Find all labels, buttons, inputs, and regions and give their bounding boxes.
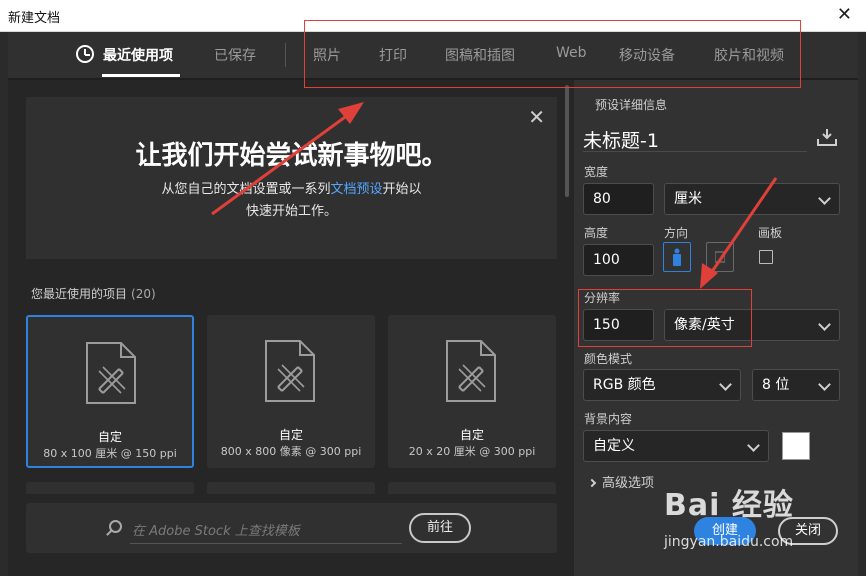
resolution-input[interactable]: 150 [583,309,654,341]
resolution-unit-select[interactable]: 像素/英寸 [664,309,840,341]
preset-details-title: 预设详细信息 [595,98,668,112]
height-label: 高度 [584,226,609,240]
document-presets-link[interactable]: 文档预设 [330,182,382,197]
window-title: 新建文档 [8,11,61,26]
tab-print[interactable]: 打印 [379,45,407,65]
tab-photo[interactable]: 照片 [313,45,341,65]
recent-items-count: (20) [131,287,156,301]
width-unit-value: 厘米 [674,191,702,207]
chevron-down-icon [747,439,760,452]
tab-recent[interactable]: 最近使用项 [103,45,173,65]
chevron-down-icon [719,378,732,391]
save-preset-icon[interactable] [817,128,837,146]
background-label: 背景内容 [584,412,633,426]
recent-item-card-partial[interactable] [207,482,375,494]
artboard-label: 画板 [758,226,783,240]
advanced-options-label: 高级选项 [602,476,655,491]
welcome-text: 开始以 [382,182,422,197]
height-input[interactable]: 100 [583,244,654,276]
clock-icon [76,45,94,63]
landscape-orientation-button[interactable] [706,242,734,272]
width-input[interactable]: 80 [583,183,654,215]
search-underline [130,543,402,544]
bit-depth-value: 8 位 [762,377,790,393]
go-button[interactable]: 前往 [409,513,471,543]
recent-item-card[interactable]: 自定 20 x 20 厘米 @ 300 ppi [388,315,556,468]
close-button[interactable]: 关闭 [778,517,838,545]
welcome-headline: 让我们开始尝试新事物吧。 [135,141,448,171]
tab-film-video[interactable]: 胶片和视频 [714,45,784,65]
scrollbar-thumb[interactable] [565,85,569,197]
stock-search-bar: 在 Adobe Stock 上查找模板 前往 [26,503,557,553]
tab-mobile[interactable]: 移动设备 [619,45,675,65]
welcome-description: 从您自己的文档设置或一系列文档预设开始以 快速开始工作。 [26,179,557,223]
document-pencil-icon [86,342,136,404]
tabs-divider [285,43,286,67]
recent-item-card-partial[interactable] [388,482,556,494]
portrait-icon [673,248,681,266]
welcome-banner: ✕ 让我们开始尝试新事物吧。 从您自己的文档设置或一系列文档预设开始以 快速开始… [26,97,557,259]
width-label: 宽度 [584,165,609,179]
stock-search-input[interactable]: 在 Adobe Stock 上查找模板 [132,520,300,539]
background-value: 自定义 [593,438,635,454]
recent-item-name: 自定 [459,428,484,442]
recent-items-title: 您最近使用的项目 (20) [31,285,156,302]
color-mode-select[interactable]: RGB 颜色 [583,369,741,401]
orientation-label: 方向 [664,226,689,240]
recent-item-card[interactable]: 自定 80 x 100 厘米 @ 150 ppi [26,315,194,468]
chevron-down-icon [818,378,831,391]
advanced-options-toggle[interactable]: 高级选项 [587,472,655,491]
banner-close-icon[interactable]: ✕ [528,105,545,129]
recent-items-label: 您最近使用的项目 [31,287,128,301]
search-icon [109,520,122,533]
welcome-text: 快速开始工作。 [245,204,337,219]
recent-scrollbar[interactable] [564,85,570,495]
tab-saved[interactable]: 已保存 [214,45,256,65]
resolution-label: 分辨率 [584,291,621,305]
recent-item-size: 80 x 100 厘米 @ 150 ppi [43,447,177,460]
chevron-down-icon [818,192,831,205]
window-close-icon[interactable]: ✕ [837,4,852,26]
chevron-down-icon [818,318,831,331]
width-unit-select[interactable]: 厘米 [664,183,840,215]
recent-item-card[interactable]: 自定 800 x 800 像素 @ 300 ppi [207,315,375,468]
welcome-text: 从您自己的文档设置或一系列 [161,182,331,197]
chevron-right-icon [587,478,597,488]
recent-item-size: 20 x 20 厘米 @ 300 ppi [408,445,536,458]
document-pencil-icon [446,340,496,402]
create-button[interactable]: 创建 [694,517,756,545]
recent-item-card-partial[interactable] [26,482,194,494]
background-select[interactable]: 自定义 [583,430,769,462]
document-pencil-icon [265,340,315,402]
recent-item-name: 自定 [278,428,303,442]
bit-depth-select[interactable]: 8 位 [752,369,840,401]
document-name-input[interactable]: 未标题-1 [583,126,807,152]
color-mode-label: 颜色模式 [584,352,633,366]
resolution-unit-value: 像素/英寸 [674,317,735,333]
artboard-checkbox[interactable] [759,250,773,264]
title-bar: 新建文档 ✕ [0,0,866,32]
tab-web[interactable]: Web [556,45,587,61]
recent-item-size: 800 x 800 像素 @ 300 ppi [220,445,362,458]
color-mode-value: RGB 颜色 [593,377,656,393]
tab-art-illustration[interactable]: 图稿和插图 [445,45,515,65]
active-tab-indicator [102,74,180,77]
recent-item-name: 自定 [97,430,122,444]
background-color-swatch[interactable] [782,432,810,460]
landscape-icon [715,251,725,263]
portrait-orientation-button[interactable] [663,242,691,272]
